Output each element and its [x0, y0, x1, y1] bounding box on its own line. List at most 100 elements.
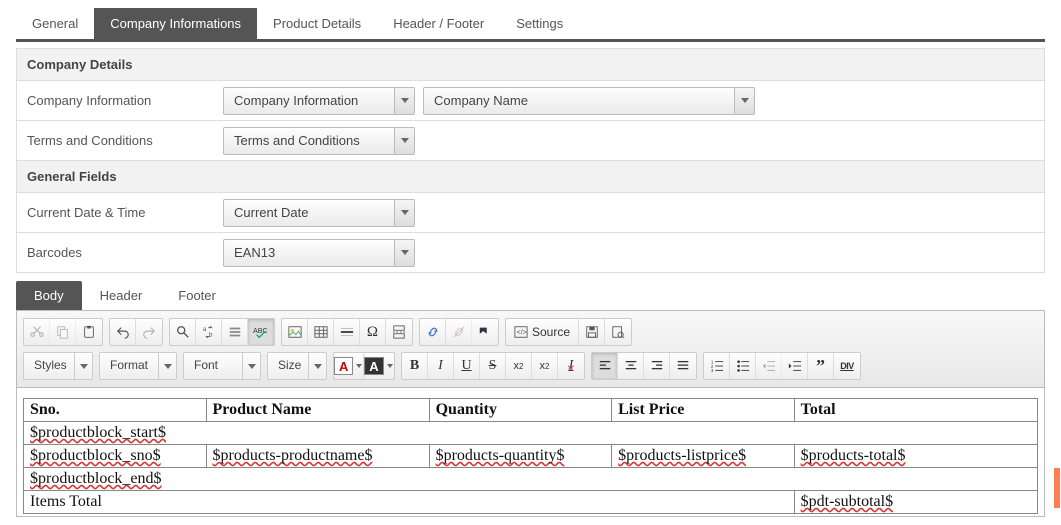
superscript-button[interactable]: x2 [532, 353, 558, 379]
select-current-date[interactable]: Current Date [223, 199, 415, 227]
styles-combo-label: Styles [24, 353, 74, 379]
chevron-down-icon [394, 240, 414, 266]
find-button[interactable] [170, 319, 196, 345]
cell-listprice: $products-listprice$ [618, 447, 746, 464]
size-combo[interactable]: Size [267, 352, 327, 380]
cell-productname: $products-productname$ [213, 447, 373, 464]
text-color-icon: A [334, 357, 353, 375]
select-current-date-value: Current Date [224, 200, 394, 226]
tab-header-footer[interactable]: Header / Footer [377, 8, 500, 39]
bg-color-button[interactable]: A [364, 353, 394, 379]
subscript-button[interactable]: x2 [506, 353, 532, 379]
page-break-button[interactable] [386, 319, 412, 345]
underline-button[interactable]: U [454, 353, 480, 379]
undo-button[interactable] [110, 319, 136, 345]
italic-button[interactable]: I [428, 353, 454, 379]
preview-button[interactable] [605, 319, 631, 345]
cell-quantity: $products-quantity$ [436, 447, 565, 464]
size-combo-label: Size [268, 353, 308, 379]
horizontal-line-button[interactable] [334, 319, 360, 345]
source-button[interactable]: </> Source [506, 319, 579, 345]
col-product-name: Product Name [206, 399, 429, 422]
unlink-button[interactable] [446, 319, 472, 345]
chevron-down-icon [158, 353, 176, 379]
spellcheck-button[interactable]: ABC [248, 319, 274, 345]
select-terms-conditions[interactable]: Terms and Conditions [223, 127, 415, 155]
col-sno: Sno. [24, 399, 207, 422]
indent-button[interactable] [782, 353, 808, 379]
remove-format-button[interactable]: I✕ [558, 353, 584, 379]
cut-button[interactable] [24, 319, 50, 345]
label-current-date: Current Date & Time [17, 197, 223, 228]
editor-toolbar: ab ABC Ω </> Source [17, 311, 1044, 388]
scroll-indicator [1054, 468, 1060, 508]
chevron-down-icon [308, 353, 326, 379]
blockquote-button[interactable]: ” [808, 353, 834, 379]
chevron-down-icon [734, 88, 754, 114]
cell-subtotal: $pdt-subtotal$ [801, 493, 893, 510]
select-company-information-value: Company Information [224, 88, 394, 114]
bullet-list-button[interactable] [730, 353, 756, 379]
div-container-button[interactable]: DIV [834, 353, 860, 379]
copy-button[interactable] [50, 319, 76, 345]
main-tabs: General Company Informations Product Det… [16, 8, 1045, 42]
source-label: Source [532, 325, 570, 339]
table-row: Items Total $pdt-subtotal$ [24, 491, 1038, 514]
cell-total: $products-total$ [801, 447, 906, 464]
image-button[interactable] [282, 319, 308, 345]
row-barcodes: Barcodes EAN13 [16, 233, 1045, 273]
align-justify-button[interactable] [670, 353, 696, 379]
bold-button[interactable]: B [402, 353, 428, 379]
table-row: $productblock_sno$ $products-productname… [24, 445, 1038, 468]
section-general-fields: General Fields [16, 161, 1045, 193]
chevron-down-icon [394, 200, 414, 226]
text-color-button[interactable]: A [334, 353, 364, 379]
source-icon: </> [514, 325, 528, 339]
table-header-row: Sno. Product Name Quantity List Price To… [24, 399, 1038, 422]
paste-button[interactable] [76, 319, 102, 345]
cell-items-total-label: Items Total [24, 491, 795, 514]
select-company-name[interactable]: Company Name [423, 87, 755, 115]
special-char-button[interactable]: Ω [360, 319, 386, 345]
rich-text-editor: ab ABC Ω </> Source [16, 310, 1045, 517]
cell-block-end: $productblock_end$ [30, 470, 162, 487]
tab-product-details[interactable]: Product Details [257, 8, 377, 39]
cell-sno: $productblock_sno$ [30, 447, 161, 464]
outdent-button[interactable] [756, 353, 782, 379]
subtab-header[interactable]: Header [82, 281, 161, 310]
numbered-list-button[interactable]: 123 [704, 353, 730, 379]
col-total: Total [794, 399, 1037, 422]
tab-company-informations[interactable]: Company Informations [94, 8, 257, 39]
label-terms-conditions: Terms and Conditions [17, 125, 223, 156]
table-button[interactable] [308, 319, 334, 345]
editor-content-area[interactable]: Sno. Product Name Quantity List Price To… [17, 388, 1044, 516]
anchor-button[interactable] [472, 319, 498, 345]
label-company-information: Company Information [17, 85, 223, 116]
font-combo[interactable]: Font [183, 352, 261, 380]
format-combo[interactable]: Format [99, 352, 177, 380]
link-button[interactable] [420, 319, 446, 345]
align-center-button[interactable] [618, 353, 644, 379]
svg-text:ABC: ABC [253, 327, 268, 335]
select-barcodes[interactable]: EAN13 [223, 239, 415, 267]
align-right-button[interactable] [644, 353, 670, 379]
tab-general[interactable]: General [16, 8, 94, 39]
align-left-button[interactable] [592, 353, 618, 379]
select-company-information[interactable]: Company Information [223, 87, 415, 115]
subtab-footer[interactable]: Footer [160, 281, 234, 310]
subtab-body[interactable]: Body [16, 281, 82, 310]
svg-text:</>: </> [517, 330, 527, 337]
chevron-down-icon [242, 353, 260, 379]
chevron-down-icon [394, 128, 414, 154]
tab-settings[interactable]: Settings [500, 8, 579, 39]
select-barcodes-value: EAN13 [224, 240, 394, 266]
replace-button[interactable]: ab [196, 319, 222, 345]
chevron-down-icon [354, 364, 363, 368]
svg-text:a: a [202, 326, 206, 333]
styles-combo[interactable]: Styles [23, 352, 93, 380]
col-list-price: List Price [612, 399, 795, 422]
strike-button[interactable]: S [480, 353, 506, 379]
select-all-button[interactable] [222, 319, 248, 345]
redo-button[interactable] [136, 319, 162, 345]
save-button[interactable] [579, 319, 605, 345]
